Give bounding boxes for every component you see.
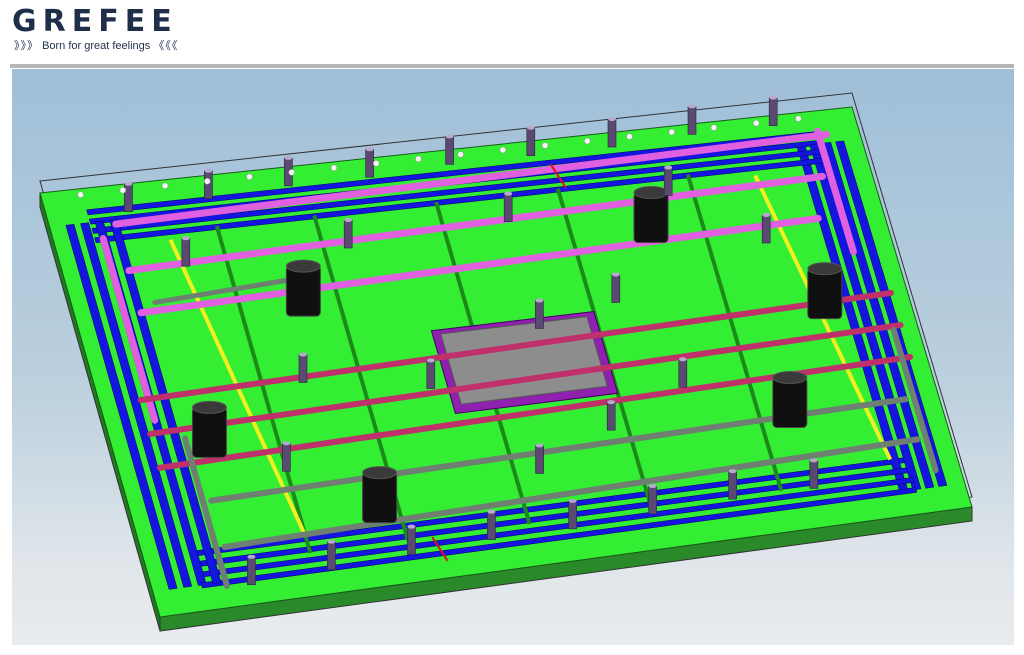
- post-cap: [607, 400, 616, 405]
- chevron-left-icon: 《《《: [153, 40, 179, 52]
- bushing-top: [633, 186, 669, 200]
- bushing-top: [362, 466, 398, 480]
- guide-peg: [246, 173, 253, 181]
- ejector-post: [124, 183, 133, 212]
- post-cap: [728, 469, 737, 474]
- bushing-top: [772, 371, 808, 385]
- guide-peg: [626, 133, 633, 140]
- ejector-post: [535, 445, 544, 474]
- ejector-post: [282, 442, 291, 472]
- post-cap: [688, 104, 696, 109]
- ejector-post: [526, 127, 536, 156]
- header-divider: [10, 64, 1014, 68]
- tagline-text: Born for great feelings: [42, 40, 151, 52]
- ejector-post: [426, 360, 436, 389]
- bushing-top: [807, 262, 843, 276]
- post-cap: [769, 95, 778, 100]
- brand-tagline: 》》》 Born for great feelings 《《《: [14, 39, 178, 53]
- ejector-post: [611, 274, 621, 303]
- guide-peg: [372, 160, 380, 167]
- bushing-cylinder: [807, 268, 843, 320]
- post-cap: [535, 443, 544, 448]
- post-cap: [426, 358, 435, 363]
- guide-peg: [795, 115, 802, 122]
- bushing-cylinder: [633, 192, 669, 244]
- post-cap: [247, 554, 256, 559]
- post-cap: [445, 134, 454, 139]
- bushing-cylinder: [772, 377, 808, 429]
- mold-3d-model: [39, 92, 973, 632]
- bushing-top: [191, 400, 227, 414]
- ejector-post: [407, 526, 416, 555]
- post-cap: [299, 352, 307, 357]
- ejector-post: [606, 401, 616, 431]
- post-cap: [327, 539, 336, 544]
- bushing-top: [285, 259, 321, 273]
- ejector-post: [327, 541, 336, 570]
- ejector-post: [487, 511, 496, 540]
- bushing-cylinder: [362, 472, 398, 524]
- site-header: GREFEE 》》》 Born for great feelings 《《《: [0, 0, 1024, 64]
- brand-logo[interactable]: GREFEE: [12, 4, 178, 40]
- post-cap: [365, 147, 374, 152]
- post-cap: [282, 441, 291, 446]
- guide-peg: [499, 146, 507, 154]
- post-cap: [608, 117, 616, 122]
- ejector-post: [809, 460, 819, 489]
- ejector-post: [648, 485, 657, 515]
- chevron-right-icon: 》》》: [14, 40, 39, 52]
- post-cap: [407, 524, 416, 529]
- ejector-post: [181, 237, 191, 267]
- post-cap: [809, 458, 818, 463]
- bushing-cylinder: [191, 406, 227, 458]
- post-cap: [762, 212, 771, 217]
- post-cap: [664, 165, 673, 170]
- ejector-post: [343, 219, 353, 249]
- post-cap: [504, 191, 513, 196]
- ejector-post: [568, 500, 577, 530]
- post-cap: [124, 181, 133, 186]
- bushing-cylinder: [285, 265, 321, 317]
- post-cap: [204, 168, 213, 173]
- post-cap: [611, 272, 620, 277]
- guide-peg: [204, 178, 211, 185]
- post-cap: [526, 125, 535, 130]
- guide-peg: [415, 155, 422, 163]
- guide-peg: [584, 137, 591, 145]
- post-cap: [487, 509, 496, 514]
- post-cap: [181, 236, 190, 241]
- ejector-post: [607, 118, 617, 148]
- guide-peg: [710, 124, 718, 131]
- ejector-post: [687, 105, 697, 135]
- guide-peg: [541, 142, 549, 149]
- ejector-post: [728, 470, 737, 500]
- guide-peg: [161, 182, 169, 190]
- ejector-post: [365, 148, 374, 178]
- guide-peg: [288, 169, 295, 176]
- guide-peg: [668, 128, 675, 136]
- post-cap: [648, 483, 657, 488]
- guide-peg: [330, 164, 338, 172]
- guide-peg: [119, 186, 127, 194]
- ejector-post: [663, 167, 673, 196]
- post-cap: [535, 298, 544, 303]
- ejector-post: [247, 556, 256, 586]
- ejector-post: [204, 170, 213, 200]
- post-cap: [284, 155, 293, 160]
- guide-peg: [457, 151, 464, 158]
- ejector-post: [298, 354, 308, 383]
- ejector-post: [768, 97, 778, 126]
- guide-peg: [77, 191, 84, 198]
- post-cap: [344, 218, 353, 223]
- ejector-post: [445, 136, 454, 165]
- ejector-post: [535, 300, 544, 329]
- guide-peg: [752, 119, 760, 127]
- ejector-post: [761, 214, 771, 244]
- post-cap: [678, 357, 687, 362]
- cad-viewport[interactable]: [12, 69, 1014, 645]
- post-cap: [568, 498, 577, 503]
- ejector-post: [678, 358, 688, 388]
- ejector-post: [503, 193, 513, 222]
